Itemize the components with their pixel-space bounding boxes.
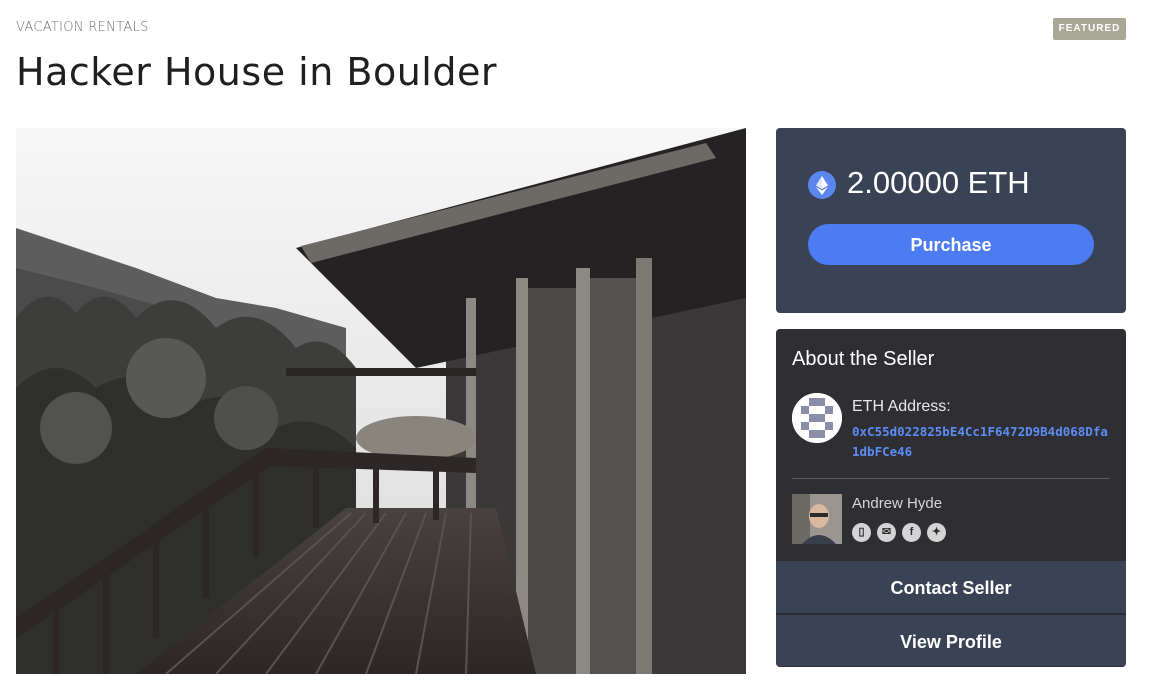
eth-address-label: ETH Address: (852, 398, 951, 415)
view-profile-button[interactable]: View Profile (776, 614, 1126, 666)
listing-price: 2.00000 ETH (847, 165, 1030, 200)
listing-title: Hacker House in Boulder (16, 50, 497, 94)
identicon-avatar (792, 393, 842, 443)
seller-card: About the Seller ETH Address: 0xC55d0228… (776, 329, 1126, 667)
email-icon[interactable]: ✉ (877, 523, 896, 542)
twitter-icon[interactable]: ✦ (927, 523, 946, 542)
seller-name: Andrew Hyde (852, 495, 943, 512)
phone-icon[interactable]: ▯ (852, 523, 871, 542)
featured-badge: FEATURED (1053, 18, 1126, 40)
seller-heading: About the Seller (792, 348, 935, 370)
contact-seller-button[interactable]: Contact Seller (776, 561, 1126, 613)
seller-avatar[interactable] (792, 494, 842, 544)
listing-photo[interactable] (16, 128, 746, 674)
price-card: 2.00000 ETH Purchase (776, 128, 1126, 313)
purchase-button[interactable]: Purchase (808, 224, 1094, 265)
divider (792, 478, 1110, 479)
listing-category: VACATION RENTALS (16, 20, 149, 35)
ethereum-icon (808, 171, 836, 199)
eth-address-link[interactable]: 0xC55d022825bE4Cc1F6472D9B4d068Dfa1dbFCe… (852, 422, 1112, 462)
facebook-icon[interactable]: f (902, 523, 921, 542)
seller-social-links: ▯ ✉ f ✦ (852, 523, 946, 542)
